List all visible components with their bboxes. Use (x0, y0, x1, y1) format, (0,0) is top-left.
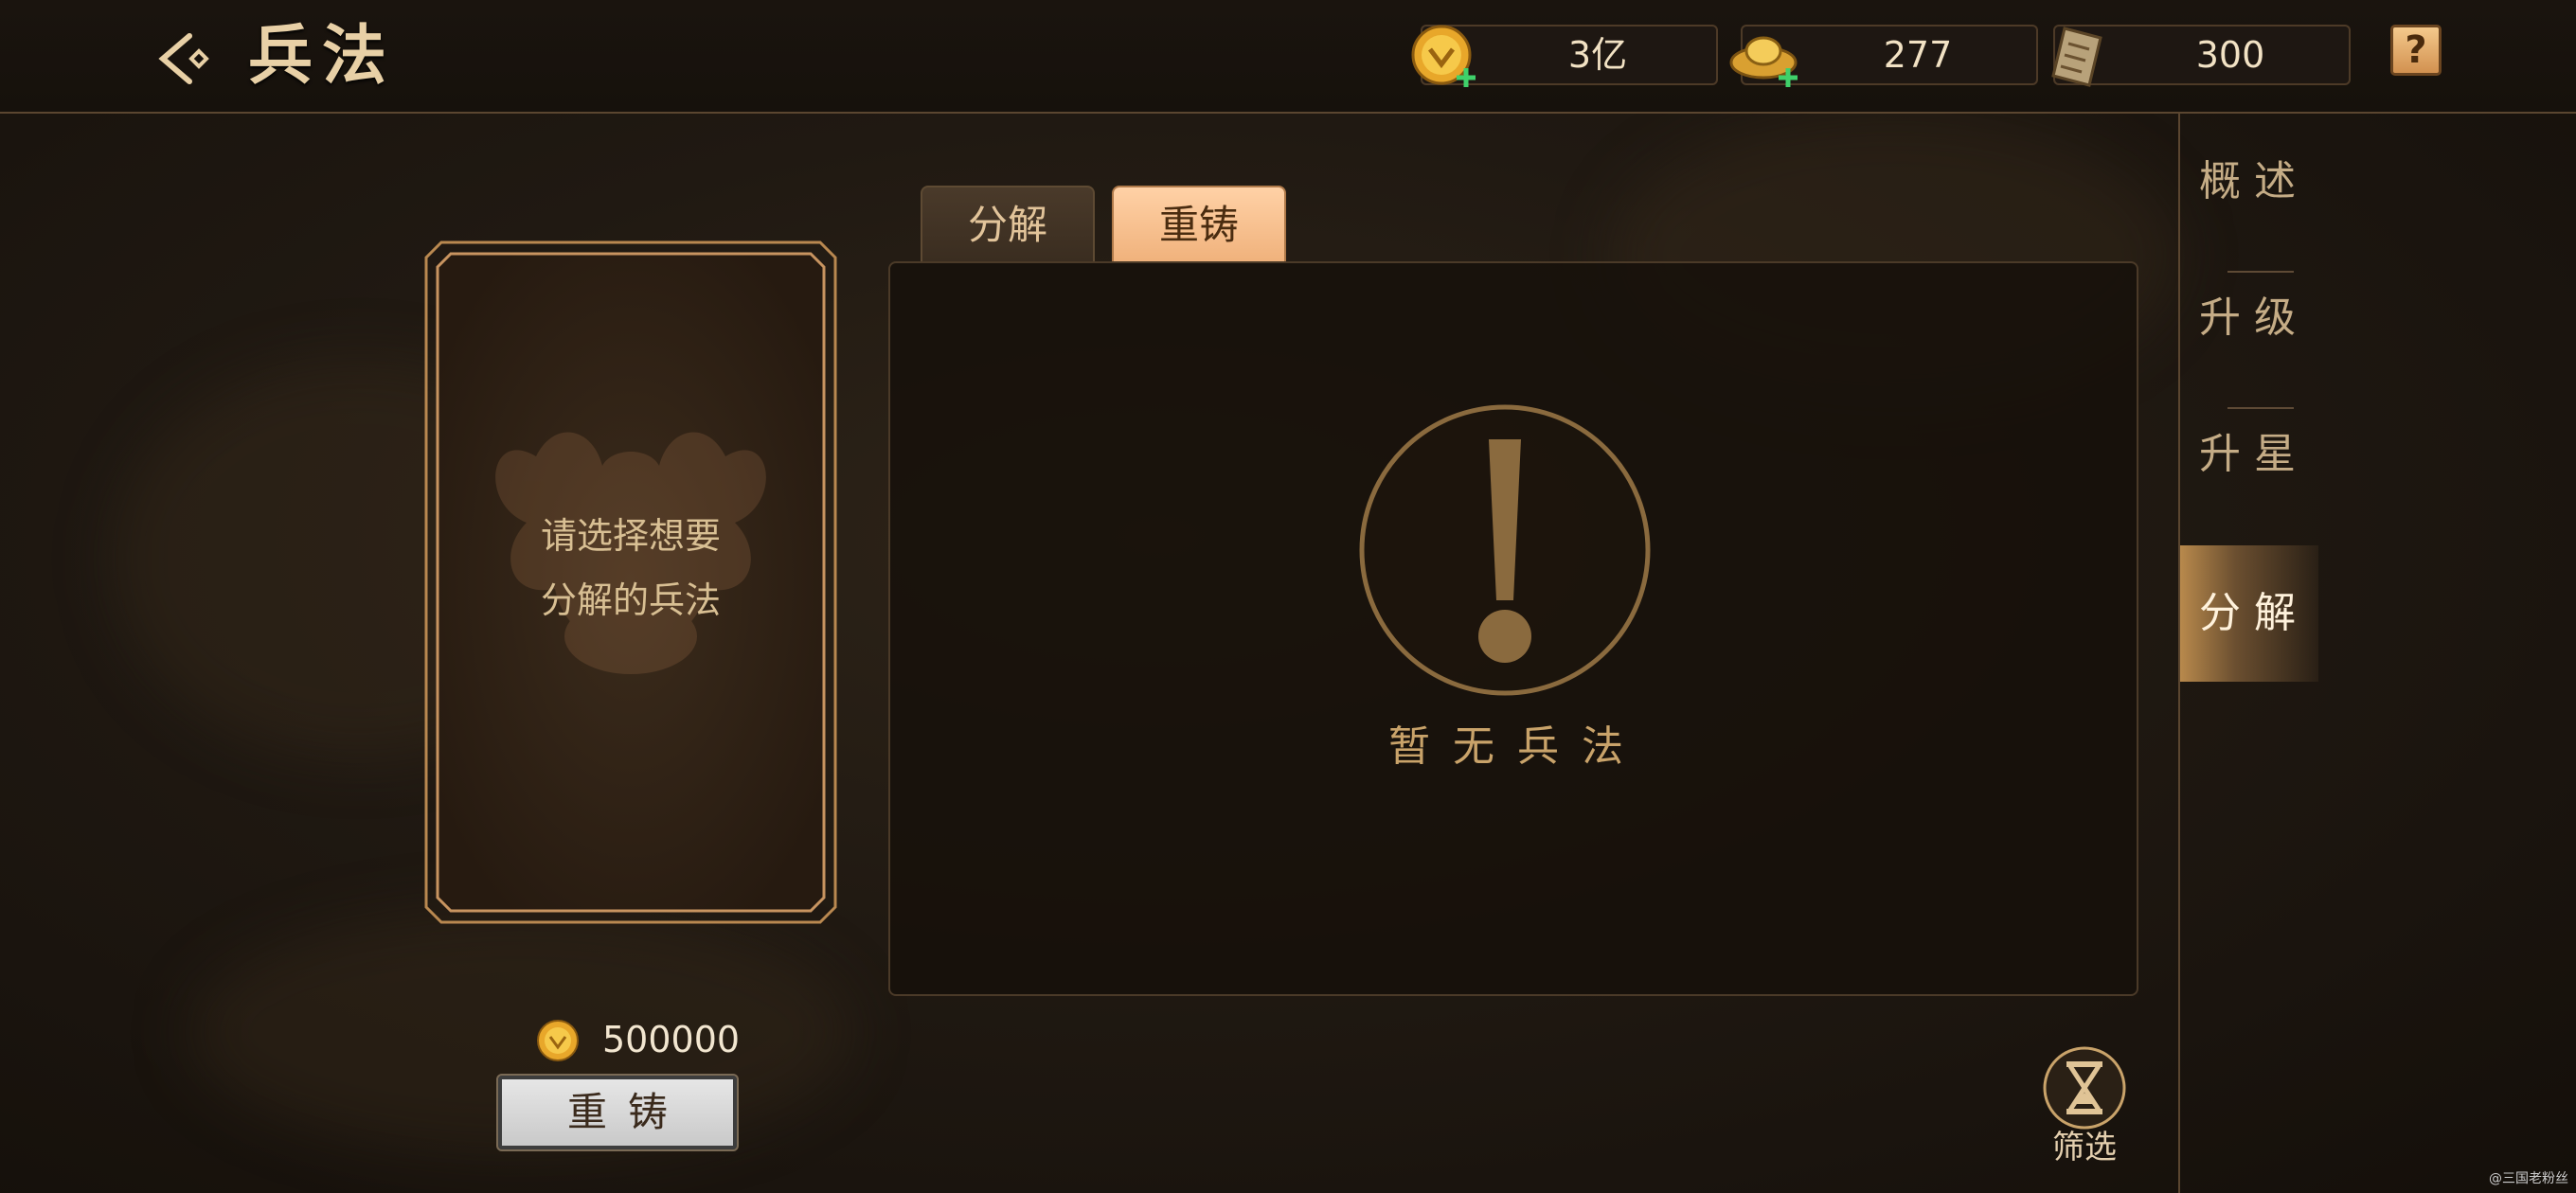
top-bar: 兵法 3亿 277 300 ? (0, 0, 2576, 114)
scroll-icon (2051, 27, 2102, 87)
hourglass-icon[interactable] (2042, 1045, 2127, 1131)
ingot-value: 277 (1883, 34, 1953, 76)
sidenav-item-upgrade[interactable]: 升级 (2180, 250, 2318, 386)
gold-ingot-icon (1729, 36, 1798, 87)
recast-button[interactable]: 重铸 (496, 1074, 739, 1151)
sidenav-item-overview[interactable]: 概述 (2180, 114, 2318, 250)
card-prompt-line-2: 分解的兵法 (540, 579, 721, 621)
gold-coin-icon (1411, 25, 1476, 87)
back-arrow-icon[interactable] (157, 32, 216, 85)
gold-coin-icon (537, 1020, 579, 1061)
watermark: @三国老粉丝 (2489, 1171, 2568, 1186)
gold-coin-value: 3亿 (1567, 34, 1628, 76)
ingot-counter[interactable]: 277 (1729, 25, 2038, 87)
side-navigation: 概述 升级 升星 分解 (2178, 114, 2576, 1193)
tab-recast[interactable]: 重铸 (1112, 186, 1286, 261)
sidenav-item-decompose[interactable]: 分解 (2180, 545, 2318, 682)
cost-amount: 500000 (602, 1019, 741, 1060)
scroll-counter[interactable]: 300 (2051, 25, 2351, 87)
exclamation-icon (1359, 404, 1651, 696)
sidenav-item-star-up[interactable]: 升星 (2180, 386, 2318, 523)
filter-label[interactable]: 筛选 (2042, 1121, 2127, 1167)
card-prompt-line-1: 请选择想要 (540, 515, 721, 557)
scroll-value: 300 (2195, 34, 2265, 76)
empty-state-text: 暂无兵法 (1388, 722, 1646, 771)
gold-coin-counter[interactable]: 3亿 (1411, 25, 1718, 87)
page-title: 兵法 (248, 18, 397, 94)
tab-decompose[interactable]: 分解 (921, 186, 1095, 261)
help-button[interactable]: ? (2390, 25, 2442, 76)
selected-tactic-card-slot[interactable]: 请选择想要 分解的兵法 (422, 239, 839, 926)
